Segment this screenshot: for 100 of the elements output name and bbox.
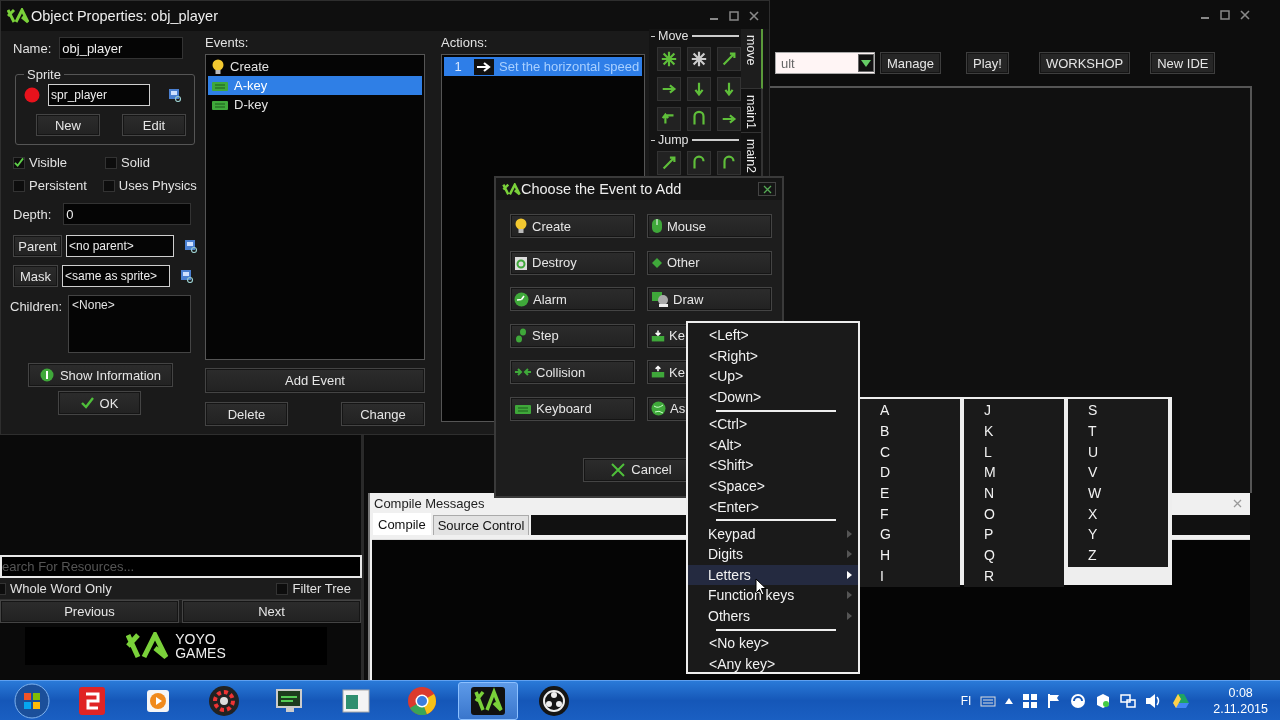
event-item[interactable]: D-key bbox=[208, 95, 422, 114]
nav-button[interactable]: Previous bbox=[0, 600, 179, 623]
library-tab[interactable]: main1 bbox=[741, 89, 763, 133]
config-dropdown[interactable]: ult bbox=[775, 52, 875, 74]
toolbar-button[interactable]: New IDE bbox=[1150, 52, 1216, 74]
checkbox-label[interactable]: Solid bbox=[121, 155, 150, 170]
menu-item[interactable]: N bbox=[984, 482, 1064, 504]
event-button[interactable]: Create bbox=[510, 214, 635, 238]
menu-item[interactable]: Z bbox=[1088, 544, 1168, 566]
toolbar-button[interactable]: Play! bbox=[966, 52, 1009, 74]
menu-item[interactable]: L bbox=[984, 441, 1064, 463]
checkbox-label[interactable]: Whole Word Only bbox=[10, 581, 112, 596]
start-button[interactable] bbox=[12, 682, 52, 719]
checkbox-label[interactable]: Uses Physics bbox=[118, 178, 197, 193]
menu-item[interactable]: Digits bbox=[688, 543, 858, 565]
search-field[interactable]: earch For Resources... bbox=[0, 555, 362, 578]
checkbox[interactable] bbox=[276, 582, 289, 595]
checkbox[interactable] bbox=[13, 156, 25, 169]
checkbox[interactable] bbox=[13, 179, 25, 192]
close-icon[interactable] bbox=[1240, 10, 1250, 20]
menu-item[interactable]: <Ctrl> bbox=[688, 413, 858, 435]
action-button[interactable] bbox=[657, 47, 681, 71]
action-button[interactable] bbox=[657, 151, 681, 175]
sync-icon[interactable] bbox=[1070, 692, 1087, 709]
mask-button[interactable]: Mask bbox=[13, 265, 59, 287]
toolbar-button[interactable]: Manage bbox=[880, 52, 941, 74]
menu-item[interactable]: O bbox=[984, 503, 1064, 525]
menu-item[interactable]: B bbox=[880, 420, 960, 442]
menu-item[interactable]: X bbox=[1088, 503, 1168, 525]
event-button[interactable]: Mouse bbox=[647, 214, 772, 238]
menu-item[interactable]: K bbox=[984, 420, 1064, 442]
checkbox-label[interactable]: Persistent bbox=[29, 178, 87, 193]
keyboard-icon[interactable] bbox=[980, 694, 997, 707]
library-tab[interactable]: move bbox=[741, 29, 763, 89]
maximize-icon[interactable] bbox=[729, 11, 739, 21]
event-item[interactable]: A-key bbox=[208, 76, 422, 95]
menu-item[interactable]: V bbox=[1088, 462, 1168, 483]
add-event-button[interactable]: Add Event bbox=[205, 368, 425, 393]
checkbox-label[interactable]: Visible bbox=[29, 155, 68, 170]
event-button[interactable]: Alarm bbox=[510, 287, 635, 311]
menu-item[interactable]: Keypad bbox=[688, 523, 858, 544]
close-icon[interactable] bbox=[749, 11, 759, 21]
menu-item[interactable]: <Enter> bbox=[688, 496, 858, 517]
menu-item[interactable]: <No key> bbox=[688, 632, 858, 654]
menu-item[interactable]: <Alt> bbox=[688, 434, 858, 456]
menu-item[interactable]: C bbox=[880, 441, 960, 463]
action-button[interactable] bbox=[657, 107, 681, 131]
menu-item[interactable]: J bbox=[984, 400, 1064, 421]
menu-item[interactable]: W bbox=[1088, 482, 1168, 504]
maximize-icon[interactable] bbox=[1220, 10, 1230, 20]
action-button[interactable] bbox=[687, 151, 711, 175]
checkbox[interactable] bbox=[105, 156, 118, 169]
browse-icon[interactable] bbox=[184, 239, 197, 253]
sprite-button[interactable]: New bbox=[36, 114, 100, 136]
menu-item[interactable]: Q bbox=[984, 544, 1064, 566]
menu-item[interactable]: <Any key> bbox=[688, 653, 858, 674]
menu-item[interactable]: <Down> bbox=[688, 386, 858, 408]
action-button[interactable] bbox=[717, 107, 741, 131]
name-field[interactable]: obj_player bbox=[59, 37, 184, 59]
sprite-field[interactable]: spr_player bbox=[48, 84, 150, 106]
menu-item[interactable]: U bbox=[1088, 441, 1168, 463]
event-button[interactable]: Draw bbox=[647, 287, 772, 311]
event-item[interactable]: Create bbox=[208, 57, 422, 76]
language-indicator[interactable]: FI bbox=[960, 693, 972, 708]
action-button[interactable] bbox=[717, 151, 741, 175]
parent-button[interactable]: Parent bbox=[13, 235, 62, 257]
action-button[interactable] bbox=[717, 47, 741, 71]
menu-item[interactable]: <Left> bbox=[688, 325, 858, 346]
event-button[interactable]: Destroy bbox=[510, 250, 635, 275]
menu-item[interactable]: R bbox=[984, 565, 1064, 587]
mask-field[interactable]: <same as sprite> bbox=[62, 265, 171, 287]
delete-button[interactable]: Delete bbox=[205, 402, 288, 426]
browse-icon[interactable] bbox=[168, 88, 181, 102]
change-button[interactable]: Change bbox=[341, 402, 425, 426]
event-button[interactable]: Step bbox=[510, 323, 635, 348]
event-button[interactable]: Keyboard bbox=[510, 396, 635, 421]
panel-tab[interactable]: Source Control bbox=[432, 515, 530, 535]
toolbar-button[interactable]: WORKSHOP bbox=[1038, 52, 1131, 74]
menu-item[interactable]: <Up> bbox=[688, 366, 858, 387]
taskbar-app-button[interactable] bbox=[458, 681, 518, 720]
browse-icon[interactable] bbox=[180, 269, 194, 283]
show-information-button[interactable]: Show Information bbox=[28, 363, 173, 387]
caret-icon[interactable] bbox=[1005, 697, 1014, 704]
box-icon[interactable] bbox=[1095, 692, 1112, 709]
menu-item[interactable]: I bbox=[880, 565, 960, 587]
menu-item[interactable]: Y bbox=[1088, 524, 1168, 545]
menu-item[interactable]: Others bbox=[688, 605, 858, 627]
menu-item[interactable]: Letters bbox=[688, 564, 858, 586]
action-button[interactable] bbox=[687, 107, 711, 131]
sprite-button[interactable]: Edit bbox=[122, 114, 186, 136]
action-button[interactable] bbox=[657, 77, 681, 101]
menu-item[interactable]: D bbox=[880, 462, 960, 483]
windows-icon[interactable] bbox=[1022, 692, 1039, 709]
clock[interactable]: 0:08 2.11.2015 bbox=[1213, 684, 1268, 717]
network-icon[interactable] bbox=[1120, 692, 1137, 709]
menu-item[interactable]: S bbox=[1088, 400, 1168, 421]
checkbox-label[interactable]: Filter Tree bbox=[292, 581, 351, 596]
menu-item[interactable]: H bbox=[880, 544, 960, 566]
menu-item[interactable]: T bbox=[1088, 420, 1168, 442]
parent-field[interactable]: <no parent> bbox=[66, 235, 174, 257]
